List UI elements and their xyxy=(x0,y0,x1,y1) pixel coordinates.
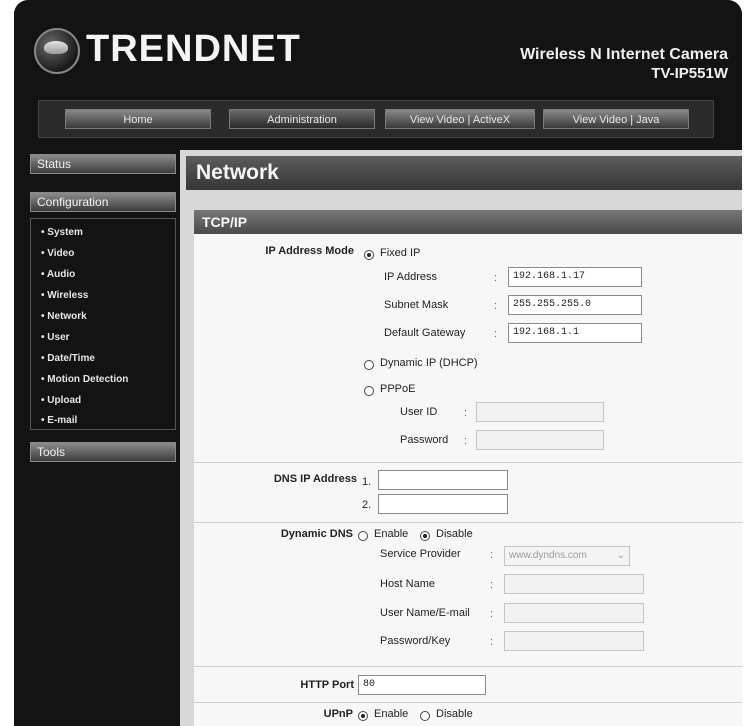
pppoe-user-id-label: User ID xyxy=(400,406,438,418)
sidebar-item-audio[interactable]: Audio xyxy=(41,269,75,280)
upnp-disable-label: Disable xyxy=(436,708,473,720)
camera-web-frame: TRENDNET Wireless N Internet Camera TV-I… xyxy=(14,0,742,726)
host-name-label: Host Name xyxy=(380,578,436,590)
dhcp-radio[interactable] xyxy=(364,360,374,370)
user-name-field[interactable] xyxy=(504,603,644,623)
pppoe-password-label: Password xyxy=(400,434,449,446)
sidebar-item-wireless[interactable]: Wireless xyxy=(41,290,88,301)
ddns-enable-label: Enable xyxy=(374,528,409,540)
pppoe-password-field[interactable] xyxy=(476,430,604,450)
brand-logo: TRENDNET xyxy=(86,28,301,70)
tab-view-video-activex[interactable]: View Video | ActiveX xyxy=(385,109,535,129)
top-nav: Home Administration View Video | ActiveX… xyxy=(38,100,714,138)
sidebar-item-email[interactable]: E-mail xyxy=(41,415,77,426)
http-port-field[interactable]: 80 xyxy=(358,675,486,695)
upnp-label: UPnP xyxy=(323,708,353,720)
sidebar-item-network[interactable]: Network xyxy=(41,311,86,322)
trendnet-globe-icon xyxy=(34,28,80,74)
main-content: Network TCP/IP IP Address Mode Fixed IP … xyxy=(180,150,742,726)
subnet-mask-label: Subnet Mask xyxy=(384,299,449,311)
http-port-label: HTTP Port xyxy=(300,679,354,691)
ddns-enable-radio[interactable] xyxy=(358,531,368,541)
gateway-label: Default Gateway xyxy=(384,327,466,339)
tab-view-video-java[interactable]: View Video | Java xyxy=(543,109,689,129)
host-name-field[interactable] xyxy=(504,574,644,594)
chevron-down-icon: ⌄ xyxy=(616,550,625,561)
sidebar-item-date-time[interactable]: Date/Time xyxy=(41,353,95,364)
pppoe-user-id-field[interactable] xyxy=(476,402,604,422)
user-name-label: User Name/E-mail xyxy=(380,607,470,619)
upnp-enable-label: Enable xyxy=(374,708,409,720)
ddns-disable-label: Disable xyxy=(436,528,473,540)
password-key-field[interactable] xyxy=(504,631,644,651)
sidebar-item-user[interactable]: User xyxy=(41,332,69,343)
configuration-menu: System Video Audio Wireless Network User… xyxy=(30,218,176,430)
product-info: Wireless N Internet Camera TV-IP551W xyxy=(520,46,728,82)
upnp-disable-radio[interactable] xyxy=(420,711,430,721)
fixed-ip-radio[interactable] xyxy=(364,250,374,260)
sidebar-status[interactable]: Status xyxy=(30,154,176,174)
tab-home[interactable]: Home xyxy=(65,109,211,129)
ip-address-label: IP Address xyxy=(384,271,437,283)
ip-mode-label: IP Address Mode xyxy=(265,245,354,257)
subnet-mask-field[interactable]: 255.255.255.0 xyxy=(508,295,642,315)
page-title: Network xyxy=(186,156,742,190)
dhcp-label: Dynamic IP (DHCP) xyxy=(380,357,478,369)
dns-label: DNS IP Address xyxy=(273,473,357,485)
sidebar-item-upload[interactable]: Upload xyxy=(41,395,81,406)
password-key-label: Password/Key xyxy=(380,635,451,647)
ddns-disable-radio[interactable] xyxy=(420,531,430,541)
dns2-field[interactable] xyxy=(378,494,508,514)
sidebar-item-motion-detection[interactable]: Motion Detection xyxy=(41,374,128,385)
section-title: TCP/IP xyxy=(194,210,742,234)
sidebar-tools[interactable]: Tools xyxy=(30,442,176,462)
ip-address-field[interactable]: 192.168.1.17 xyxy=(508,267,642,287)
ddns-label: Dynamic DNS xyxy=(280,528,353,540)
dns1-field[interactable] xyxy=(378,470,508,490)
sidebar-item-video[interactable]: Video xyxy=(41,248,74,259)
fixed-ip-label: Fixed IP xyxy=(380,247,421,259)
upnp-enable-radio[interactable] xyxy=(358,711,368,721)
service-provider-label: Service Provider xyxy=(380,548,461,560)
product-line: Wireless N Internet Camera xyxy=(520,46,728,63)
tcpip-panel: TCP/IP IP Address Mode Fixed IP IP Addre… xyxy=(194,210,742,726)
pppoe-radio[interactable] xyxy=(364,386,374,396)
model-name: TV-IP551W xyxy=(651,65,728,82)
sidebar-item-system[interactable]: System xyxy=(41,227,83,238)
service-provider-select[interactable]: www.dyndns.com ⌄ xyxy=(504,546,630,566)
gateway-field[interactable]: 192.168.1.1 xyxy=(508,323,642,343)
pppoe-label: PPPoE xyxy=(380,383,416,395)
sidebar-configuration[interactable]: Configuration xyxy=(30,192,176,212)
tab-administration[interactable]: Administration xyxy=(229,109,375,129)
